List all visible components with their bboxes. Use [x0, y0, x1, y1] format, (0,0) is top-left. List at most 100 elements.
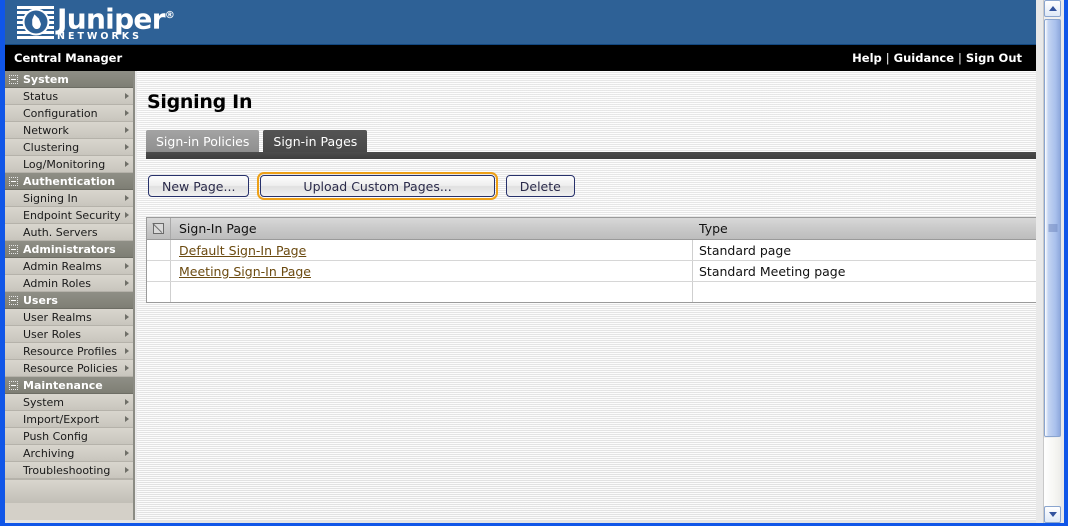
button-label: Upload Custom Pages... — [303, 179, 451, 194]
table-row: Meeting Sign-In Page Standard Meeting pag… — [147, 261, 1036, 282]
table-body: Default Sign-In PageStandard pageMeeting… — [147, 240, 1036, 282]
sidebar-item-system[interactable]: System — [5, 394, 133, 411]
scroll-down-button[interactable] — [1044, 506, 1061, 523]
scrollbar-grip-icon — [1048, 225, 1057, 232]
sidebar-section-maintenance[interactable]: Maintenance — [5, 377, 133, 394]
tab-sign-in-pages[interactable]: Sign-in Pages — [263, 130, 367, 152]
toolbar-buttons[interactable]: New Page... Upload Custom Pages... Delete — [148, 175, 575, 197]
tab-sign-in-policies[interactable]: Sign-in Policies — [146, 130, 259, 152]
vertical-scrollbar[interactable] — [1043, 0, 1060, 523]
row-name-cell — [171, 282, 693, 302]
link-separator: | — [954, 51, 966, 65]
sidebar-item-configuration[interactable]: Configuration — [5, 105, 133, 122]
column-header-sign-in-page[interactable]: Sign-In Page — [171, 218, 693, 239]
logo-wordmark: Juniper® NETWORKS — [57, 2, 174, 42]
table-row-empty — [147, 282, 1036, 302]
sign-in-pages-table: Sign-In Page Type Default Sign-In Page St… — [146, 217, 1036, 303]
help-link[interactable]: Help — [852, 51, 882, 65]
new-page-button[interactable]: New Page... — [148, 175, 249, 197]
sidebar-item-auth-servers[interactable]: Auth. Servers — [5, 224, 133, 241]
sidebar-section-users[interactable]: Users — [5, 292, 133, 309]
sidebar-item-label: Clustering — [23, 141, 79, 154]
select-all-cell[interactable] — [147, 218, 171, 239]
button-label: New Page... — [162, 179, 235, 194]
chevron-right-icon — [125, 348, 129, 354]
chevron-right-icon — [125, 280, 129, 286]
sidebar-item-admin-roles[interactable]: Admin Roles — [5, 275, 133, 292]
tab-underline-bar — [146, 152, 1036, 159]
sidebar-item-log-monitoring[interactable]: Log/Monitoring — [5, 156, 133, 173]
sidebar-section-label: Authentication — [23, 175, 115, 188]
sidebar-item-label: Status — [23, 90, 58, 103]
sign-in-page-link[interactable]: Default Sign-In Page — [179, 243, 306, 258]
chevron-right-icon — [125, 365, 129, 371]
chevron-right-icon — [125, 93, 129, 99]
sidebar-item-label: User Realms — [23, 311, 92, 324]
main-content: Signing In Sign-in PoliciesSign-in Pages… — [137, 71, 1036, 526]
row-checkbox-cell[interactable] — [147, 261, 171, 281]
sidebar-item-status[interactable]: Status — [5, 88, 133, 105]
logo-brand-name: Juniper® — [57, 2, 174, 33]
sidebar-item-troubleshooting[interactable]: Troubleshooting — [5, 462, 133, 479]
sidebar-section-label: Administrators — [23, 243, 116, 256]
chevron-right-icon — [125, 161, 129, 167]
sidebar-section-system[interactable]: System — [5, 71, 133, 88]
chevron-down-icon — [1049, 512, 1057, 517]
sidebar-item-label: Configuration — [23, 107, 98, 120]
delete-button[interactable]: Delete — [506, 175, 575, 197]
table-row: Default Sign-In Page Standard page — [147, 240, 1036, 261]
scrollbar-thumb[interactable] — [1044, 19, 1061, 437]
sidebar-item-archiving[interactable]: Archiving — [5, 445, 133, 462]
row-type-cell: Standard Meeting page — [693, 261, 1036, 281]
sidebar-item-label: Import/Export — [23, 413, 99, 426]
sidebar-item-user-roles[interactable]: User Roles — [5, 326, 133, 343]
sidebar-item-resource-profiles[interactable]: Resource Profiles — [5, 343, 133, 360]
row-type-cell: Standard page — [693, 240, 1036, 260]
row-checkbox-cell — [147, 282, 171, 302]
sidebar-item-push-config[interactable]: Push Config — [5, 428, 133, 445]
chevron-right-icon — [125, 450, 129, 456]
juniper-logo-icon — [17, 6, 54, 39]
sidebar-item-label: System — [23, 396, 64, 409]
sidebar-filler — [5, 479, 133, 503]
sidebar-item-clustering[interactable]: Clustering — [5, 139, 133, 156]
chevron-right-icon — [125, 467, 129, 473]
row-checkbox-cell[interactable] — [147, 240, 171, 260]
sidebar-section-label: Maintenance — [23, 379, 103, 392]
sidebar-item-endpoint-security[interactable]: Endpoint Security — [5, 207, 133, 224]
collapse-minus-icon[interactable] — [9, 245, 18, 254]
sidebar-section-administrators[interactable]: Administrators — [5, 241, 133, 258]
tab-bar[interactable]: Sign-in PoliciesSign-in Pages — [146, 130, 367, 152]
scroll-up-button[interactable] — [1044, 0, 1061, 17]
button-label: Delete — [520, 179, 561, 194]
select-all-icon[interactable] — [153, 223, 164, 234]
upload-custom-pages-button[interactable]: Upload Custom Pages... — [260, 175, 494, 197]
sidebar-section-authentication[interactable]: Authentication — [5, 173, 133, 190]
sidebar-item-import-export[interactable]: Import/Export — [5, 411, 133, 428]
page-title: Signing In — [147, 91, 252, 113]
sidebar-item-label: Admin Roles — [23, 277, 91, 290]
chevron-right-icon — [125, 212, 129, 218]
logo-brand-text: Juniper — [57, 2, 165, 35]
sign-in-page-link[interactable]: Meeting Sign-In Page — [179, 264, 311, 279]
sidebar-item-label: Endpoint Security — [23, 209, 121, 222]
sign-out-link[interactable]: Sign Out — [966, 51, 1022, 65]
sidebar-item-user-realms[interactable]: User Realms — [5, 309, 133, 326]
chevron-right-icon — [125, 314, 129, 320]
bottom-strip — [5, 520, 1036, 523]
guidance-link[interactable]: Guidance — [894, 51, 954, 65]
sidebar-item-network[interactable]: Network — [5, 122, 133, 139]
scrollbar-track[interactable] — [1044, 438, 1061, 506]
column-header-type[interactable]: Type — [693, 218, 1036, 239]
sidebar-navigation[interactable]: System Status Configuration Network Clusteri… — [5, 71, 135, 526]
collapse-minus-icon[interactable] — [9, 177, 18, 186]
sidebar-item-label: Auth. Servers — [23, 226, 98, 239]
collapse-minus-icon[interactable] — [9, 75, 18, 84]
collapse-minus-icon[interactable] — [9, 296, 18, 305]
sidebar-item-resource-policies[interactable]: Resource Policies — [5, 360, 133, 377]
chevron-right-icon — [125, 110, 129, 116]
sidebar-item-admin-realms[interactable]: Admin Realms — [5, 258, 133, 275]
link-separator: | — [882, 51, 894, 65]
collapse-minus-icon[interactable] — [9, 381, 18, 390]
sidebar-item-signing-in[interactable]: Signing In — [5, 190, 133, 207]
